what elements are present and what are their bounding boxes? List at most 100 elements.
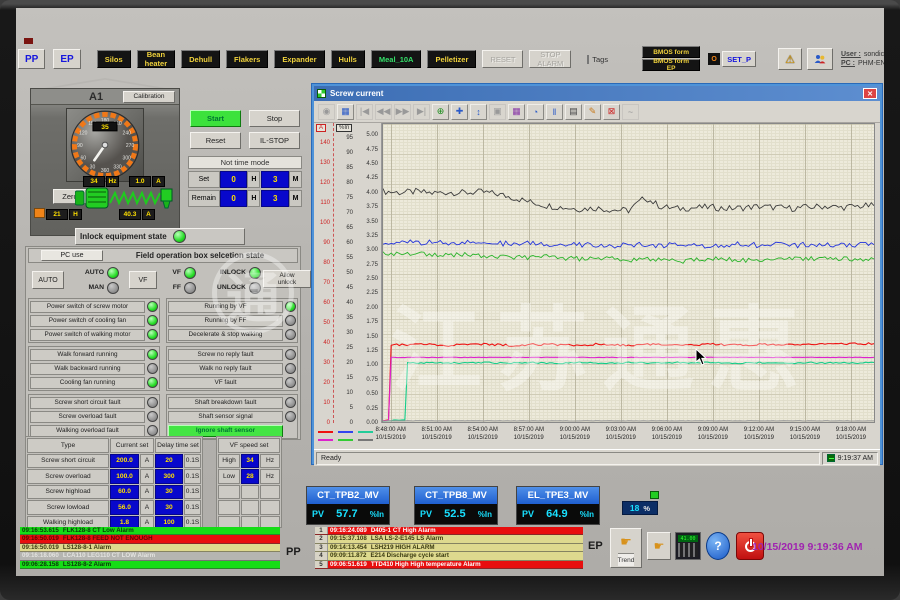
nav-button-dehull[interactable]: Dehull <box>181 50 220 68</box>
axis-tick: 60 <box>323 300 330 306</box>
setting-delay-value[interactable]: 30 <box>155 500 183 515</box>
auto-man-button[interactable]: AUTO <box>32 271 64 289</box>
alarm-row[interactable]: 09:16:18.060LCA110 LEG110 CT LOW Alarm <box>20 552 280 560</box>
nav-button-hulls[interactable]: Hulls <box>331 50 365 68</box>
y-scale-icon[interactable]: ↕ <box>470 104 487 120</box>
alarm-row[interactable]: 09:16:50.019FLK128-8 FEED NOT ENOUGH <box>20 535 280 543</box>
vf-label: Low <box>218 469 240 484</box>
zoom-icon[interactable]: ⊕ <box>432 104 449 120</box>
vf-label <box>218 485 240 500</box>
allow-unlock-button[interactable]: Allow unlock <box>263 270 311 288</box>
alarm-summary-button[interactable]: ⚠ <box>778 48 802 70</box>
nav-button-meal-10a[interactable]: Meal_10A <box>371 50 422 68</box>
bmos-form-button[interactable]: BMOS form <box>642 46 700 58</box>
status-led <box>285 349 296 360</box>
keypad-button[interactable]: 41.00 <box>675 532 701 560</box>
setting-delay-value[interactable]: 20 <box>155 454 183 469</box>
alarm-row[interactable]: 509:06:51.619TTD410 High High temperatur… <box>315 561 583 569</box>
alarm-text: E214 Discharge cycle start <box>368 552 583 559</box>
keypad-keys <box>678 543 698 557</box>
alarm-row[interactable]: 09:06:28.158LS128-8-2 Alarm <box>20 561 280 569</box>
vf-row: Low28Hz <box>218 469 280 484</box>
setting-current-value[interactable]: 60.0 <box>110 485 139 500</box>
alarm-row[interactable]: 209:15:37.108LSA LS-2-E145 LS Alarm <box>315 535 583 543</box>
setp-group: O SET_P <box>708 51 756 67</box>
alarm-time: 09:16:50.019 <box>20 535 61 542</box>
alarm-list-pp[interactable]: 09:16:53.615FLK128-8 CT Low Alarm09:16:5… <box>20 527 280 569</box>
vf-value[interactable]: 28 <box>241 469 259 484</box>
chart-titlebar[interactable]: Screw current ✕ <box>314 86 880 101</box>
current-readout-2: 40.3 A <box>119 209 155 220</box>
nav-button-flakers[interactable]: Flakers <box>226 50 268 68</box>
pp-page-button[interactable]: PP <box>18 49 45 69</box>
alarm-text: LCA110 LEG110 CT LOW Alarm <box>61 552 280 559</box>
alarm-list-ep[interactable]: 109:16:24.089D405-1 CT High Alarm209:15:… <box>315 527 583 569</box>
nav-button-silos[interactable]: Silos <box>97 50 131 68</box>
alarm-row[interactable]: 309:14:13.454LSH219 HIGH ALARM <box>315 544 583 552</box>
pens-icon[interactable]: ▦ <box>508 104 525 120</box>
setting-current-value[interactable]: 56.0 <box>110 500 139 515</box>
calibration-button[interactable]: Calibration <box>123 91 175 103</box>
set-p-button[interactable]: SET_P <box>722 51 756 67</box>
bmos-form-ep-button[interactable]: BMOS form EP <box>642 59 700 71</box>
nav-button-expander[interactable]: Expander <box>274 50 324 68</box>
alarm-row[interactable]: 409:09:11.872E214 Discharge cycle start <box>315 552 583 560</box>
date-range-icon[interactable]: ▦ <box>337 104 354 120</box>
status-label: Walk no reply fault <box>168 363 283 375</box>
alarm-time: 09:16:24.089 <box>328 527 369 534</box>
reset-run-button[interactable]: Reset <box>190 132 241 149</box>
x-axis-label: 9:12:00 AM10/15/2019 <box>744 427 774 442</box>
x-axis-label: 9:00:00 AM10/15/2019 <box>560 427 590 442</box>
vf-ff-button[interactable]: VF <box>129 271 157 289</box>
x-axis-label: 9:06:00 AM10/15/2019 <box>652 427 682 442</box>
x-date: 10/15/2019 <box>468 435 498 443</box>
alarm-text: LSH219 HIGH ALARM <box>369 544 583 551</box>
timer-hours-value[interactable]: 0 <box>220 190 248 207</box>
vf-value[interactable]: 34 <box>241 454 259 469</box>
ignore-shaft-sensor-button[interactable]: Ignore shaft sensor <box>168 425 283 437</box>
pc-use-button[interactable]: PC use <box>41 250 103 261</box>
tags-checkbox[interactable] <box>587 55 589 64</box>
stop-button[interactable]: Stop <box>249 110 300 127</box>
print-icon[interactable]: ▤ <box>565 104 582 120</box>
chart-clock: 9:19:37 AM <box>822 452 878 465</box>
pause-icon[interactable]: ‖ <box>546 104 563 120</box>
start-button[interactable]: Start <box>190 110 241 127</box>
stop-alarm-button[interactable]: STOP ALARM <box>529 50 571 68</box>
vf-value[interactable] <box>241 485 259 500</box>
nav-button-pelletizer[interactable]: Pelletizer <box>427 50 476 68</box>
plot-area[interactable] <box>382 123 875 423</box>
setting-current-value[interactable]: 100.0 <box>110 469 139 484</box>
close-icon[interactable]: ✕ <box>863 88 877 99</box>
pan-icon[interactable]: ✚ <box>451 104 468 120</box>
setting-delay-value[interactable]: 300 <box>155 469 183 484</box>
selection-item-vf: VF <box>163 266 196 280</box>
hand-button[interactable]: ☛ <box>647 532 671 560</box>
alarm-row[interactable]: 09:16:53.615FLK128-8 CT Low Alarm <box>20 527 280 535</box>
vf-value[interactable] <box>241 500 259 515</box>
setting-current-value[interactable]: 200.0 <box>110 454 139 469</box>
time-icon[interactable]: ◔ <box>527 104 544 120</box>
ep-page-button[interactable]: EP <box>53 49 80 69</box>
users-button[interactable] <box>807 48 833 70</box>
annotate-icon[interactable]: ✎ <box>584 104 601 120</box>
timer-minutes-value[interactable]: 3 <box>261 190 289 207</box>
chart-body: A0102030405060708090100110120130140 %In0… <box>314 123 880 425</box>
setting-delay-unit: 0.1S <box>184 500 201 515</box>
il-stop-button[interactable]: IL-STOP <box>249 132 300 149</box>
svg-text:90: 90 <box>77 143 83 149</box>
trend-button[interactable]: ☛ Trend <box>610 528 642 568</box>
help-button[interactable]: ? <box>706 532 730 560</box>
axis-tick: 2.75 <box>366 262 378 268</box>
timer-minutes-value[interactable]: 3 <box>261 171 289 188</box>
reset-button[interactable]: RESET <box>482 50 523 68</box>
status-row: Screw short circuit fault <box>30 396 158 409</box>
nav-button-bean-heater[interactable]: Bean heater <box>137 50 176 68</box>
alarm-row[interactable]: 09:16:50.019LS128-8-1 Alarm <box>20 544 280 552</box>
setting-delay-value[interactable]: 30 <box>155 485 183 500</box>
setting-delay-unit: 0.1S <box>184 469 201 484</box>
first-icon: |◀ <box>356 104 373 120</box>
close-view-icon[interactable]: ⊠ <box>603 104 620 120</box>
timer-hours-value[interactable]: 0 <box>220 171 248 188</box>
alarm-row[interactable]: 109:16:24.089D405-1 CT High Alarm <box>315 527 583 535</box>
